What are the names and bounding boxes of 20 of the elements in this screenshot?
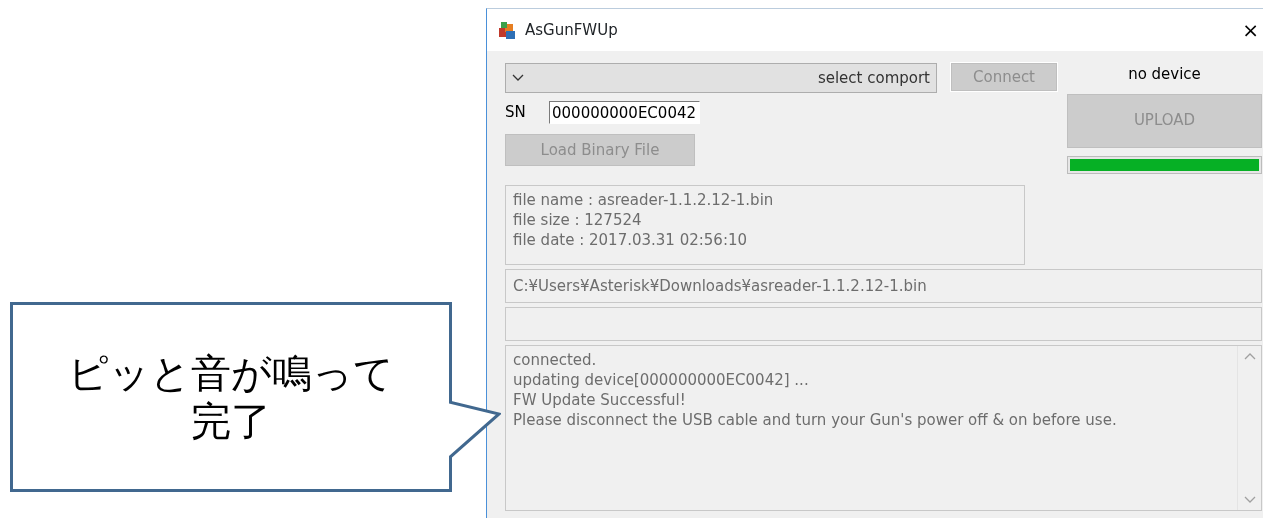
scroll-down-icon[interactable]: [1243, 495, 1256, 504]
sn-field[interactable]: 000000000EC0042: [549, 101, 700, 124]
scroll-up-icon[interactable]: [1243, 351, 1256, 360]
file-path: C:¥Users¥Asterisk¥Downloads¥asreader-1.1.2.12-1.bin: [513, 275, 927, 296]
file-info-line: file date : 2017.03.31 02:56:10: [513, 229, 749, 250]
close-button[interactable]: ×: [1240, 20, 1261, 40]
log-line: FW Update Successful!: [513, 389, 687, 410]
callout-text-line: 完了: [191, 397, 271, 445]
device-status: no device: [1127, 64, 1202, 85]
window-title: AsGunFWUp: [525, 19, 618, 41]
log-line: updating device[000000000EC0042] ...: [513, 369, 810, 390]
callout-text-line: ピッと音が鳴って: [68, 349, 394, 397]
comport-dropdown[interactable]: select comport: [505, 63, 937, 93]
sn-label: SN: [505, 102, 527, 124]
file-info-line: file size : 127524: [513, 209, 643, 230]
file-info-line: file name : asreader-1.1.2.12-1.bin: [513, 189, 775, 210]
app-icon: [497, 20, 517, 40]
chevron-down-icon: [512, 74, 524, 82]
log-line: Please disconnect the USB cable and turn your Gun's power off & on before use.: [513, 409, 1118, 430]
log-line: connected.: [513, 349, 598, 370]
